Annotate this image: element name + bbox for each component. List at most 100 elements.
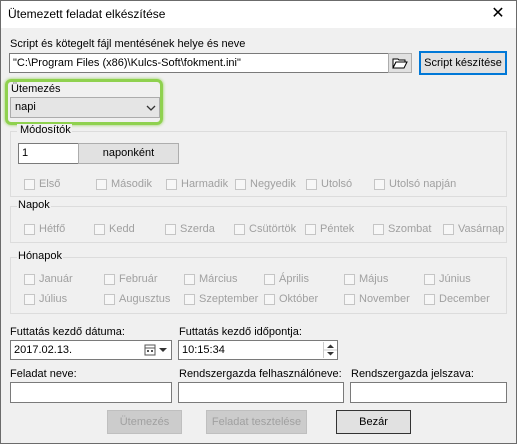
checkbox-box [24, 178, 35, 190]
checkbox-box [306, 178, 317, 190]
interval-input[interactable]: 1 [18, 143, 80, 164]
close-button[interactable]: Bezár [336, 410, 411, 434]
checkbox-box [424, 273, 435, 285]
day-monday-checkbox[interactable]: Hétfő [24, 223, 65, 235]
window-title: Ütemezett feladat elkészítése [8, 7, 166, 21]
month-label: Szeptember [199, 293, 259, 305]
modifier-last-checkbox[interactable]: Utolsó [306, 178, 352, 190]
month-label: November [359, 293, 410, 305]
modifier-label: Második [111, 178, 152, 190]
month-jul-checkbox[interactable]: Július [24, 293, 67, 305]
modifier-third-checkbox[interactable]: Harmadik [166, 178, 228, 190]
checkbox-box [374, 178, 385, 190]
modifier-label: Utolsó napján [389, 178, 457, 190]
admin-user-input[interactable] [178, 382, 344, 403]
modifier-last-day-checkbox[interactable]: Utolsó napján [374, 178, 456, 190]
day-label: Kedd [109, 223, 135, 235]
month-may-checkbox[interactable]: Május [344, 273, 388, 285]
day-thursday-checkbox[interactable]: Csütörtök [234, 223, 296, 235]
script-path-label: Script és kötegelt fájl mentésének helye… [10, 38, 246, 50]
close-icon[interactable]: ✕ [488, 4, 508, 24]
day-label: Péntek [320, 223, 355, 235]
spinner-arrows-icon [324, 344, 337, 356]
start-time-input[interactable]: 10:15:34 [178, 340, 338, 360]
checkbox-box [235, 178, 246, 190]
month-jun-checkbox[interactable]: Június [424, 273, 471, 285]
checkbox-box [424, 293, 435, 305]
day-sunday-checkbox[interactable]: Vasárnap [443, 223, 504, 235]
checkbox-box [24, 223, 35, 235]
day-tuesday-checkbox[interactable]: Kedd [94, 223, 135, 235]
checkbox-box [184, 293, 195, 305]
modifier-first-checkbox[interactable]: Első [24, 178, 60, 190]
checkbox-box [24, 293, 35, 305]
modifier-second-checkbox[interactable]: Második [96, 178, 152, 190]
interval-unit-button[interactable]: naponként [78, 143, 179, 164]
chevron-down-icon [146, 105, 156, 111]
day-label: Szerda [180, 223, 215, 235]
day-label: Szombat [388, 223, 432, 235]
checkbox-box [305, 223, 316, 235]
checkbox-box [264, 293, 275, 305]
month-apr-checkbox[interactable]: Április [264, 273, 309, 285]
day-wednesday-checkbox[interactable]: Szerda [165, 223, 215, 235]
modifier-fourth-checkbox[interactable]: Negyedik [235, 178, 296, 190]
checkbox-box [234, 223, 245, 235]
title-bar: Ütemezett feladat elkészítése ✕ [1, 1, 516, 28]
modifiers-title-text: Módosítók [19, 124, 72, 136]
day-label: Csütörtök [249, 223, 297, 235]
start-date-label: Futtatás kezdő dátuma: [10, 326, 125, 338]
checkbox-box [443, 223, 454, 235]
checkbox-box [373, 223, 384, 235]
schedule-select[interactable]: napi [10, 97, 160, 118]
month-label: Január [39, 273, 73, 285]
checkbox-box [96, 178, 107, 190]
script-path-input[interactable]: "C:\Program Files (x86)\Kulcs-Soft\fokme… [9, 53, 389, 73]
month-label: December [439, 293, 490, 305]
checkbox-box [264, 273, 275, 285]
day-saturday-checkbox[interactable]: Szombat [373, 223, 431, 235]
months-title: Hónapok [17, 250, 64, 262]
month-label: Július [39, 293, 68, 305]
modifier-label: Harmadik [181, 178, 229, 190]
month-dec-checkbox[interactable]: December [424, 293, 490, 305]
month-oct-checkbox[interactable]: Október [264, 293, 318, 305]
admin-user-label: Rendszergazda felhasználóneve: [179, 368, 342, 380]
month-label: Március [199, 273, 238, 285]
task-name-label: Feladat neve: [10, 368, 77, 380]
browse-button[interactable] [388, 53, 412, 73]
month-sep-checkbox[interactable]: Szeptember [184, 293, 258, 305]
task-name-input[interactable] [10, 382, 172, 403]
month-label: Június [439, 273, 471, 285]
month-label: Május [359, 273, 389, 285]
schedule-button[interactable]: Ütemezés [107, 410, 182, 434]
schedule-label: Ütemezés [11, 83, 61, 95]
month-label: Október [279, 293, 319, 305]
test-task-button[interactable]: Feladat tesztelése [206, 410, 307, 434]
checkbox-box [166, 178, 177, 190]
day-label: Hétfő [39, 223, 66, 235]
modifier-label: Utolsó [321, 178, 353, 190]
month-mar-checkbox[interactable]: Március [184, 273, 238, 285]
time-spinner[interactable] [323, 342, 337, 358]
checkbox-box [344, 293, 355, 305]
days-title: Napok [17, 199, 51, 211]
admin-password-label: Rendszergazda jelszava: [351, 368, 474, 380]
create-script-button[interactable]: Script készítése [419, 51, 507, 75]
day-friday-checkbox[interactable]: Péntek [305, 223, 354, 235]
month-feb-checkbox[interactable]: Február [104, 273, 158, 285]
modifier-label: Első [39, 178, 61, 190]
start-date-picker[interactable]: 2017.02.13. [10, 340, 172, 360]
admin-password-input[interactable] [350, 382, 507, 403]
months-group [10, 257, 507, 314]
month-label: Augusztus [119, 293, 171, 305]
modifier-label: Negyedik [250, 178, 296, 190]
month-nov-checkbox[interactable]: November [344, 293, 410, 305]
start-time-label: Futtatás kezdő időpontja: [179, 326, 302, 338]
month-aug-checkbox[interactable]: Augusztus [104, 293, 170, 305]
checkbox-box [104, 293, 115, 305]
dialog-window: Ütemezett feladat elkészítése ✕ Script é… [0, 0, 517, 444]
calendar-icon[interactable] [144, 343, 168, 357]
month-jan-checkbox[interactable]: Január [24, 273, 73, 285]
checkbox-box [165, 223, 176, 235]
